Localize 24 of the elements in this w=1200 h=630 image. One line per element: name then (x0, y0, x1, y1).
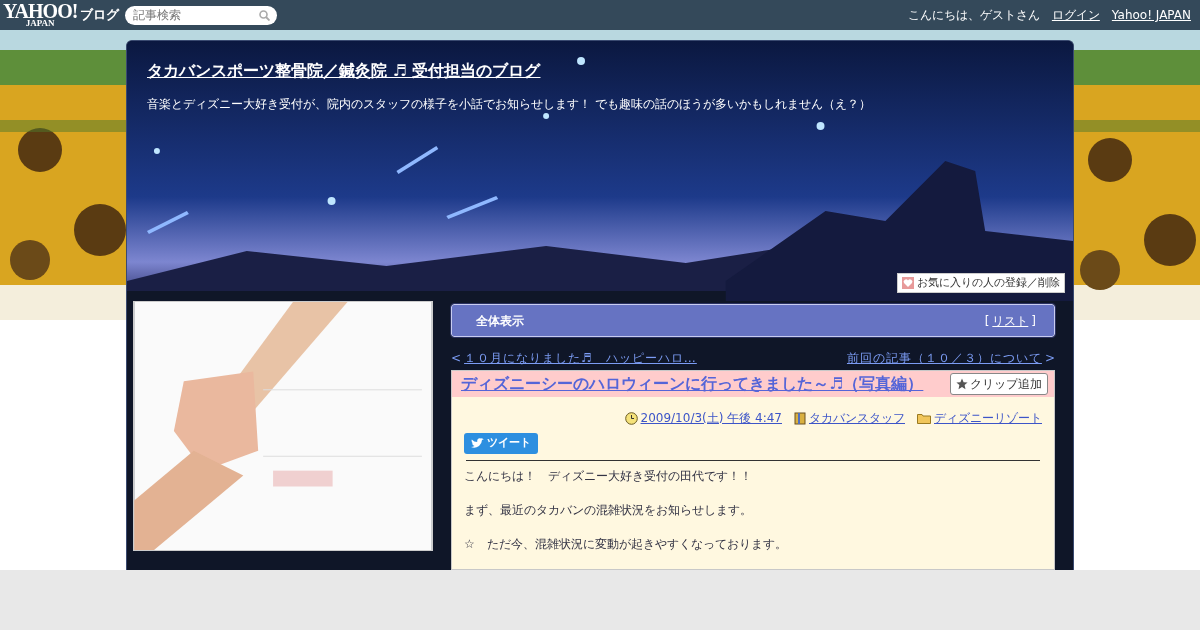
bird-icon (471, 437, 484, 449)
logo-subtext[interactable]: JAPAN (25, 18, 55, 28)
service-name[interactable]: ブログ (80, 5, 120, 25)
prev-article-link[interactable]: １０月になりました♬ ハッピーハロ… (464, 349, 697, 367)
folder-icon (917, 412, 931, 424)
nav-arrow: < (451, 350, 462, 367)
paragraph-text: こんにちは！ ディズニー大好き受付の田代です！！ (464, 467, 753, 485)
logo-text[interactable]: YAHOO! (3, 2, 78, 19)
search-field[interactable]: 記事検索 (125, 5, 278, 25)
book-icon (794, 411, 806, 425)
search-icon[interactable] (259, 9, 271, 21)
date-link[interactable]: 2009/10/3(土) 午後 4:47 (640, 409, 782, 427)
next-article-link[interactable]: 前回の記事（１０／３）について (846, 349, 1042, 367)
header-link[interactable]: ログイン (1051, 6, 1100, 24)
paragraph-text: まず、最近のタカバンの混雑状況をお知らせします。 (464, 501, 753, 519)
nav-arrow: > (1044, 350, 1055, 367)
clock-icon (624, 411, 638, 425)
category-link[interactable]: ディズニーリゾート (934, 409, 1042, 427)
header-link[interactable]: Yahoo! JAPAN (1111, 6, 1191, 24)
paragraph-text: ☆ ただ今、混雑状況に変動が起きやすくなっております。 (464, 535, 788, 553)
greeting-text: こんにちは、ゲストさん (907, 7, 1040, 24)
star-icon (956, 378, 968, 390)
author-link[interactable]: タカバンスタッフ (809, 409, 905, 427)
clip-button[interactable]: クリップ追加 (950, 373, 1048, 395)
